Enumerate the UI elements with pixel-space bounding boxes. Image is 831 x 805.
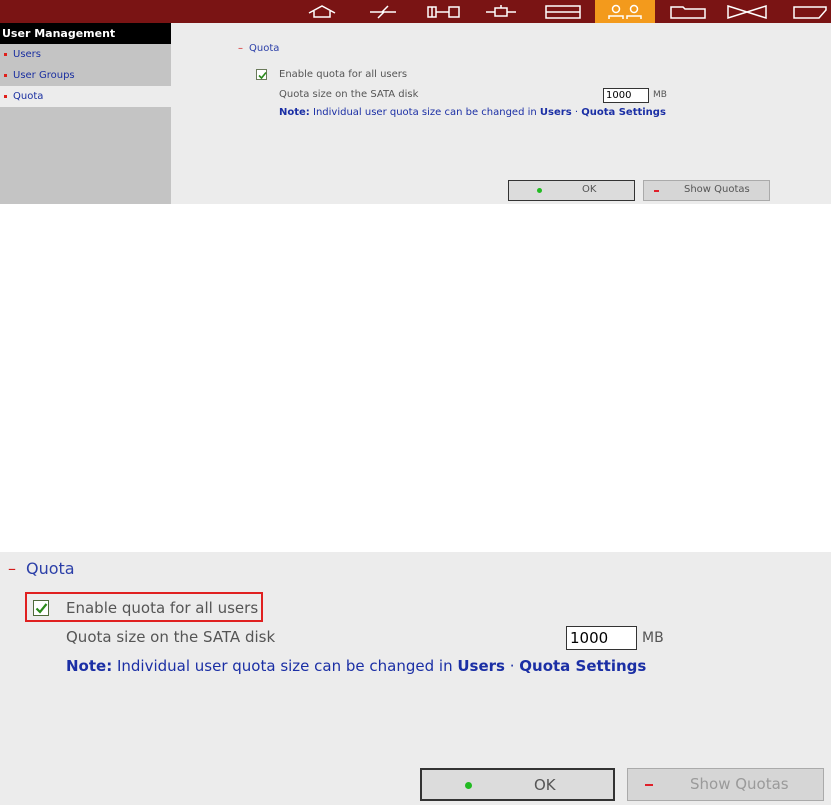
zoom-ok-button[interactable]: OK (420, 768, 615, 801)
dash-icon (654, 190, 659, 192)
zoom-quota-settings-link[interactable]: Quota Settings (519, 657, 646, 675)
ok-dot-icon (537, 188, 542, 193)
zoom-users-link[interactable]: Users (457, 657, 505, 675)
enable-quota-label[interactable]: Enable quota for all users (279, 69, 407, 80)
users-link[interactable]: Users (540, 107, 572, 118)
section-title[interactable]: – Quota (238, 43, 279, 54)
collapse-icon[interactable]: – (238, 43, 243, 54)
quota-note: Note: Individual user quota size can be … (279, 107, 666, 118)
zoom-enable-quota-checkbox[interactable] (33, 600, 49, 616)
network-icon[interactable] (357, 0, 409, 23)
folder-icon[interactable] (662, 0, 714, 23)
ok-button-label: OK (582, 184, 597, 195)
zoom-quota-note: Note: Individual user quota size can be … (66, 657, 647, 675)
checkmark-icon (35, 603, 48, 614)
services-icon[interactable] (721, 0, 773, 23)
sidebar-item-label: Users (13, 49, 42, 60)
device-icon[interactable] (475, 0, 527, 23)
quota-content: – Quota Enable quota for all users Quota … (171, 23, 831, 204)
logout-icon[interactable] (784, 0, 831, 23)
zoom-ok-button-label: OK (534, 776, 556, 794)
users-icon[interactable] (595, 0, 655, 23)
ok-dot-icon (465, 782, 472, 789)
sidebar: User Management Users User Groups Quota (0, 23, 171, 204)
zoom-show-quotas-button[interactable]: Show Quotas (627, 768, 824, 801)
show-quotas-button-label: Show Quotas (684, 184, 750, 195)
quota-settings-link[interactable]: Quota Settings (581, 107, 666, 118)
bullet-icon (4, 95, 7, 98)
show-quotas-button[interactable]: Show Quotas (643, 180, 770, 201)
sidebar-item-quota[interactable]: Quota (0, 86, 171, 107)
zoom-quota-size-label: Quota size on the SATA disk (66, 628, 276, 646)
quota-size-label: Quota size on the SATA disk (279, 89, 419, 100)
storage-icon[interactable] (537, 0, 589, 23)
sidebar-item-user-groups[interactable]: User Groups (0, 65, 171, 86)
quota-zoomed-view: – Quota Enable quota for all users Quota … (0, 552, 831, 805)
quota-page: User Management Users User Groups Quota … (0, 23, 831, 204)
quota-size-unit: MB (653, 90, 667, 100)
sidebar-header: User Management (0, 23, 171, 44)
system-icon[interactable] (418, 0, 470, 23)
zoom-collapse-icon[interactable]: – (8, 559, 16, 578)
sidebar-item-label: User Groups (13, 70, 75, 81)
enable-quota-checkbox[interactable] (256, 69, 267, 80)
quota-size-input[interactable]: 1000 (603, 88, 649, 103)
zoom-show-quotas-button-label: Show Quotas (690, 775, 789, 793)
home-icon[interactable] (296, 0, 348, 23)
sidebar-item-users[interactable]: Users (0, 44, 171, 65)
sidebar-item-label: Quota (13, 91, 44, 102)
dash-icon (645, 784, 653, 786)
checkmark-icon (258, 71, 267, 80)
zoom-quota-size-unit: MB (642, 630, 664, 646)
ok-button[interactable]: OK (508, 180, 635, 201)
zoom-quota-size-input[interactable]: 1000 (566, 626, 637, 650)
top-toolbar (0, 0, 831, 23)
bullet-icon (4, 53, 7, 56)
zoom-section-title[interactable]: – Quota (8, 559, 75, 578)
zoom-enable-quota-label[interactable]: Enable quota for all users (66, 599, 258, 617)
bullet-icon (4, 74, 7, 77)
